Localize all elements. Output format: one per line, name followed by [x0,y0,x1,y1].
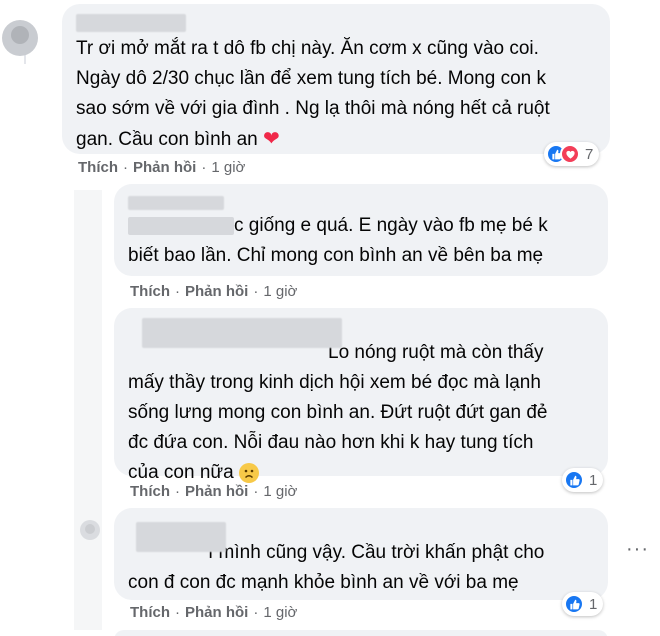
comment-actions: Thích · Phản hồi · 1 giờ [130,283,297,300]
redaction-mask [128,216,234,235]
avatar[interactable] [2,20,38,56]
comment-actions: Thích · Phản hồi · 1 giờ [130,604,297,621]
thread-line [74,190,102,630]
reply-action[interactable]: Phản hồi [133,159,196,176]
comment-text: Lo nóng ruột mà còn thấy mấy thầy trong … [128,342,548,483]
avatar[interactable] [80,520,100,540]
comment-bubble: Tr ơi mở mắt ra t dô fb chị này. Ăn cơm … [62,4,610,154]
separator: · [253,283,259,300]
timestamp[interactable]: 1 giờ [263,604,297,621]
heart-emoji-icon: ❤ [262,128,280,150]
like-action[interactable]: Thích [130,283,170,300]
reply-action[interactable]: Phản hồi [185,283,248,300]
separator: · [201,159,207,176]
commenter-name-redacted[interactable] [142,318,342,348]
reaction-count: 1 [589,471,598,489]
like-icon [564,470,584,490]
like-icon [564,594,584,614]
comment-text: Tr ơi mở mắt ra t dô fb chị này. Ăn cơm … [76,38,550,150]
like-action[interactable]: Thích [130,604,170,621]
separator: · [175,604,180,621]
separator: · [123,159,128,176]
reaction-count: 7 [585,145,594,163]
comment-bubble-partial [114,630,608,636]
separator: · [253,483,259,500]
reaction-summary[interactable]: 1 [562,592,604,616]
comment-bubble: c giống e quá. E ngày vào fb mẹ bé k biế… [114,184,608,276]
reply-action[interactable]: Phản hồi [185,604,248,621]
comment-text: c giống e quá. E ngày vào fb mẹ bé k biế… [128,215,548,266]
more-options-icon[interactable]: ··· [626,538,649,561]
sad-emoji-icon [238,462,259,483]
reaction-count: 1 [589,595,598,613]
reply-action[interactable]: Phản hồi [185,483,248,500]
comment-actions: Thích · Phản hồi · 1 giờ [130,483,297,500]
reaction-summary[interactable]: 7 [544,142,600,166]
commenter-name-redacted[interactable] [136,522,226,552]
timestamp[interactable]: 1 giờ [211,159,245,176]
reaction-summary[interactable]: 1 [562,468,604,492]
comment-bubble: Lo nóng ruột mà còn thấy mấy thầy trong … [114,308,608,483]
timestamp[interactable]: 1 giờ [263,283,297,300]
like-action[interactable]: Thích [78,159,118,176]
commenter-name-redacted[interactable] [128,196,224,210]
comment-bubble: ì mình cũng vậy. Cầu trời khấn phật cho … [114,508,608,600]
comment-actions: Thích · Phản hồi · 1 giờ [78,159,245,176]
separator: · [175,483,180,500]
commenter-name-redacted[interactable] [76,14,186,32]
separator: · [175,283,180,300]
separator: · [253,604,259,621]
like-action[interactable]: Thích [130,483,170,500]
love-icon [560,144,580,164]
timestamp[interactable]: 1 giờ [263,483,297,500]
